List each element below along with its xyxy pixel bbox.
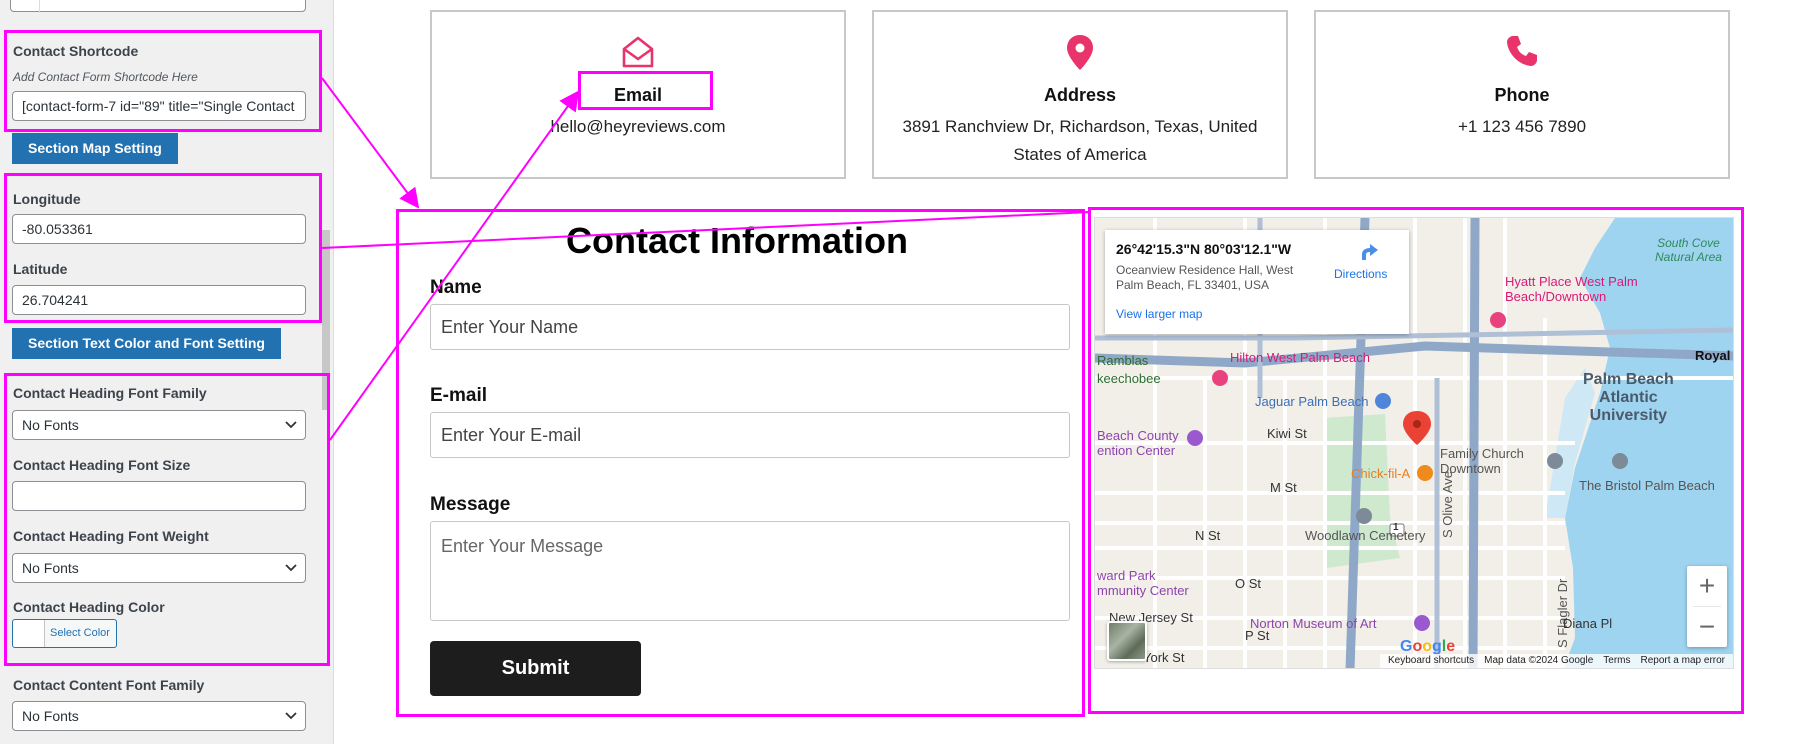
highlight-coordinates	[4, 173, 322, 323]
map-pin-icon	[874, 34, 1286, 74]
email-card-text: hello@heyreviews.com	[550, 117, 726, 136]
content-font-family-label: Contact Content Font Family	[13, 677, 205, 693]
highlight-form	[396, 209, 1085, 717]
address-card-text: 3891 Ranchview Dr, Richardson, Texas, Un…	[902, 117, 1258, 164]
highlight-map	[1088, 207, 1744, 714]
highlight-email-heading	[578, 71, 713, 110]
content-font-family-value: No Fonts	[22, 708, 79, 724]
section-map-setting-button[interactable]: Section Map Setting	[12, 133, 178, 164]
highlight-shortcode	[4, 30, 322, 132]
section-text-color-font-button[interactable]: Section Text Color and Font Setting	[12, 328, 281, 359]
envelope-open-icon	[432, 34, 844, 74]
phone-icon	[1316, 34, 1728, 74]
highlight-heading-settings	[4, 373, 330, 666]
content-font-family-select[interactable]: No Fonts	[12, 701, 306, 731]
previous-field-stub[interactable]	[10, 0, 306, 13]
chevron-down-icon	[285, 712, 297, 720]
address-card: Address 3891 Ranchview Dr, Richardson, T…	[872, 10, 1288, 179]
phone-card: Phone +1 123 456 7890	[1314, 10, 1730, 179]
phone-card-text: +1 123 456 7890	[1457, 117, 1587, 136]
phone-card-title: Phone	[1494, 85, 1550, 105]
address-card-title: Address	[1043, 85, 1117, 105]
